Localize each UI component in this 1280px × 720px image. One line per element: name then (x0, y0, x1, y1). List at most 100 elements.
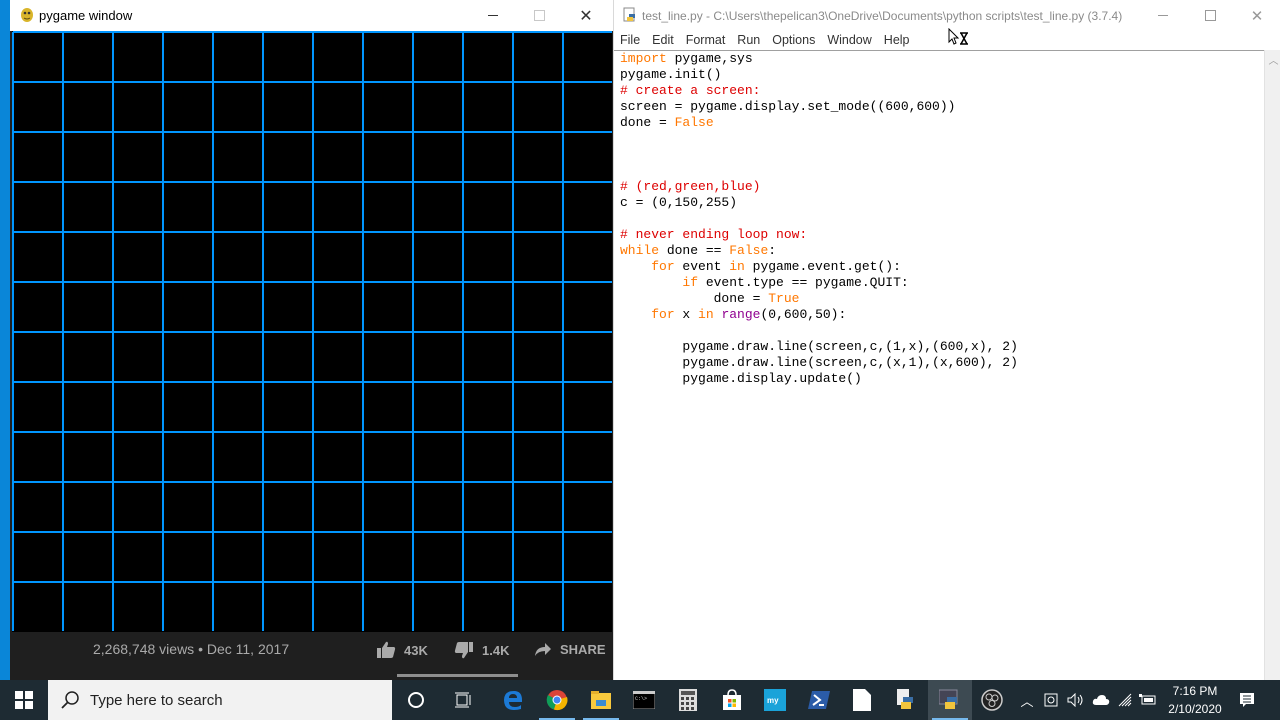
like-button[interactable]: 43K (376, 641, 428, 659)
clock-date: 2/10/2020 (1168, 702, 1222, 716)
taskbar-app-powershell[interactable] (797, 680, 841, 720)
code-text: pygame,sys (666, 51, 753, 66)
code-text: (0,600,50): (760, 307, 847, 322)
code-line: # create a screen: (620, 83, 1260, 99)
code-text: screen = pygame.display.set_mode((600,60… (620, 99, 956, 114)
start-button[interactable] (0, 680, 48, 720)
onedrive-button[interactable] (1090, 680, 1112, 720)
code-line: pygame.draw.line(screen,c,(1,x),(600,x),… (620, 339, 1260, 355)
idle-titlebar[interactable]: test_line.py - C:\Users\thepelican3\OneD… (614, 0, 1280, 31)
code-text: pygame.event.get(): (744, 259, 901, 274)
taskbar-app-store[interactable] (710, 680, 754, 720)
taskbar-app-cmd[interactable]: C:\> (622, 680, 666, 720)
scroll-up-arrow-icon[interactable]: ︿ (1265, 52, 1280, 67)
menu-options[interactable]: Options (766, 31, 821, 50)
dislike-count: 1.4K (482, 642, 510, 658)
file-explorer-icon (590, 690, 612, 710)
code-line: pygame.draw.line(screen,c,(x,1),(x,600),… (620, 355, 1260, 371)
code-keyword: in (698, 307, 714, 322)
battery-icon (1139, 694, 1156, 705)
code-text: pygame.draw.line(screen,c,(1,x),(600,x),… (620, 339, 1018, 354)
menu-window[interactable]: Window (821, 31, 877, 50)
taskbar-app-calculator[interactable] (666, 680, 710, 720)
code-line: pygame.init() (620, 67, 1260, 83)
menu-edit[interactable]: Edit (646, 31, 680, 50)
taskbar-app-notepad[interactable] (840, 680, 884, 720)
pygame-titlebar[interactable]: pygame window ✕ (10, 0, 613, 31)
notepad-icon (853, 689, 871, 711)
clock-time: 7:16 PM (1172, 684, 1218, 698)
code-comment: # create a screen: (620, 83, 761, 98)
idle-minimize-button[interactable] (1140, 0, 1186, 31)
windows-logo-icon (15, 691, 33, 709)
taskbar-app-file-explorer[interactable] (579, 680, 623, 720)
view-count-date: 2,268,748 views • Dec 11, 2017 (93, 641, 290, 657)
notification-icon (1240, 693, 1254, 707)
search-icon (61, 691, 79, 709)
code-comment: # never ending loop now: (620, 227, 808, 242)
idle-maximize-button[interactable] (1187, 0, 1233, 31)
volume-button[interactable] (1064, 680, 1088, 720)
taskbar-app-python-idle[interactable] (928, 680, 972, 720)
taskbar-app-obs[interactable] (970, 680, 1014, 720)
share-button[interactable]: SHARE (534, 641, 606, 657)
menu-format[interactable]: Format (680, 31, 732, 50)
code-keyword: True (768, 291, 800, 306)
code-line: import pygame,sys (620, 51, 1260, 67)
wifi-icon (1118, 693, 1132, 707)
svg-text:C:\>: C:\> (635, 696, 647, 702)
menu-run[interactable]: Run (731, 31, 766, 50)
taskbar-app-chrome[interactable] (535, 680, 579, 720)
taskbar-app-edge[interactable] (491, 680, 535, 720)
minimize-icon (1158, 15, 1168, 16)
search-placeholder: Type here to search (90, 691, 223, 709)
video-info-bar: 2,268,748 views • Dec 11, 2017 43K 1.4K … (10, 632, 613, 677)
idle-menubar: File Edit Format Run Options Window Help (614, 31, 1280, 50)
edge-icon (502, 689, 524, 711)
code-text: event.type == pygame.QUIT: (698, 275, 909, 290)
thumbs-up-icon (377, 641, 396, 658)
code-keyword: False (729, 243, 769, 258)
show-hidden-icons-button[interactable]: ︿ (1016, 680, 1038, 720)
dislike-button[interactable]: 1.4K (454, 641, 509, 659)
share-arrow-icon (535, 643, 551, 656)
minimize-icon (488, 15, 498, 16)
tray-app-icon[interactable] (1040, 680, 1062, 720)
code-line: for event in pygame.event.get(): (620, 259, 1260, 275)
action-center-button[interactable] (1232, 680, 1262, 720)
maximize-button[interactable] (516, 0, 562, 31)
code-text: done == (659, 243, 730, 258)
close-icon: ✕ (1250, 7, 1264, 25)
taskbar-app-task-view[interactable] (441, 680, 485, 720)
close-button[interactable]: ✕ (563, 0, 609, 31)
svg-text:my: my (767, 696, 779, 705)
taskbar-app-python-file[interactable] (884, 680, 928, 720)
vertical-scrollbar[interactable]: ︿ (1264, 50, 1280, 680)
taskbar-app-cortana[interactable] (394, 680, 438, 720)
taskbar-search-box[interactable]: Type here to search (48, 680, 392, 720)
menu-file[interactable]: File (614, 31, 646, 50)
code-text: pygame.display.update() (620, 371, 862, 386)
minimize-button[interactable] (470, 0, 516, 31)
code-keyword: if (682, 275, 699, 290)
code-keyword: while (620, 243, 660, 258)
menu-help[interactable]: Help (878, 31, 916, 50)
pygame-canvas[interactable] (12, 31, 612, 632)
network-button[interactable] (1114, 680, 1136, 720)
video-progress-bar[interactable] (397, 674, 518, 677)
task-view-icon (454, 691, 472, 709)
taskbar-app-mysql[interactable]: my (753, 680, 797, 720)
system-clock[interactable]: 7:16 PM 2/10/2020 (1160, 682, 1230, 718)
speaker-icon (1067, 693, 1083, 707)
battery-button[interactable] (1136, 680, 1160, 720)
code-line: if event.type == pygame.QUIT: (620, 275, 1260, 291)
idle-close-button[interactable]: ✕ (1234, 0, 1280, 31)
code-keyword: in (729, 259, 745, 274)
code-editor[interactable]: import pygame,sys pygame.init() # create a… (620, 51, 1260, 671)
